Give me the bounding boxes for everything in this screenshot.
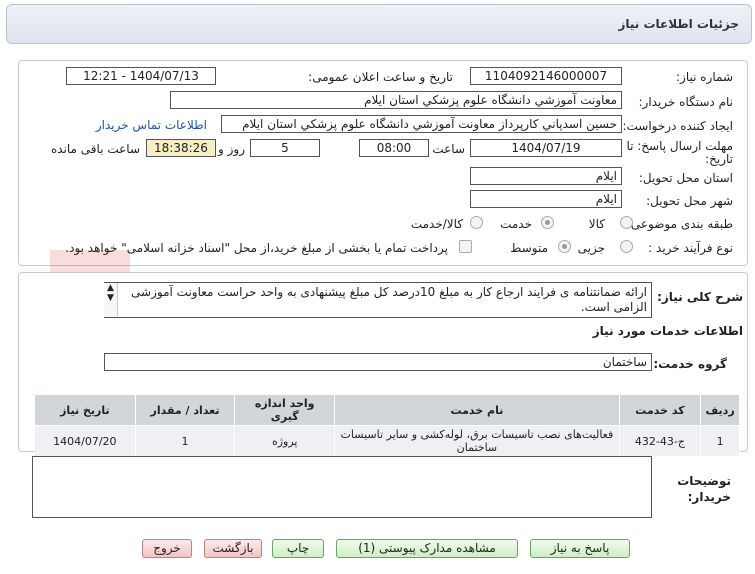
services-section-title: اطلاعات خدمات مورد نیاز [592, 324, 743, 338]
cell-row: 1 [700, 425, 740, 457]
description-text: ارائه ضمانتنامه ی فرایند ارجاع کار به مب… [131, 285, 647, 314]
buyer-notes-label: توضیحات [677, 474, 731, 488]
remaining-time-field: 18:38:26 [146, 139, 216, 157]
buyer-label: نام دستگاه خریدار: [638, 95, 734, 109]
buyer-notes-textarea[interactable] [32, 456, 652, 518]
table-row: 1 ج-43-432 فعالیت‌های نصب تاسیسات برق، ل… [34, 425, 740, 457]
service-group-field: ساختمان [104, 353, 652, 371]
category-service-label: خدمت [500, 217, 532, 231]
page-title: جزئیات اطلاعات نیاز [618, 17, 739, 31]
description-textarea: ارائه ضمانتنامه ی فرایند ارجاع کار به مب… [104, 282, 652, 318]
remaining-time-label: ساعت باقی مانده [50, 142, 140, 156]
city-label: شهر محل تحویل: [646, 194, 733, 208]
col-unit: واحد اندازه گیری [234, 394, 336, 426]
buyer-field: معاونت آموزشي دانشگاه علوم پزشكي استان ا… [170, 91, 622, 109]
process-medium-label: متوسط [510, 241, 548, 255]
deadline-date-label: تاریخ: [705, 152, 733, 166]
col-date: تاریخ نیاز [34, 394, 136, 426]
province-field: ايلام [470, 167, 622, 185]
cell-code: ج-43-432 [618, 425, 702, 457]
process-minor-radio[interactable] [620, 240, 633, 253]
city-field: ايلام [470, 190, 622, 208]
col-row: ردیف [700, 394, 740, 426]
category-goods-service-radio[interactable] [470, 216, 483, 229]
print-button[interactable]: چاپ [272, 539, 324, 558]
attachments-button[interactable]: مشاهده مدارک پیوستی (1) [336, 539, 518, 558]
process-label: نوع فرآیند خرید : [648, 241, 733, 255]
process-minor-label: جزیی [577, 241, 605, 255]
buyer-contact-link[interactable]: اطلاعات تماس خریدار [96, 118, 207, 132]
description-scrollbar[interactable]: ▲ ▼ [104, 283, 118, 317]
category-goods-label: کالا [588, 217, 605, 231]
buyer-notes-label-2: خریدار: [687, 490, 731, 504]
need-number-label: شماره نیاز: [676, 70, 733, 84]
cell-unit: پروژه [234, 425, 336, 457]
category-goods-radio[interactable] [620, 216, 633, 229]
exit-button[interactable]: خروج [142, 539, 192, 558]
service-group-label: گروه خدمت: [653, 357, 727, 371]
process-medium-radio[interactable] [558, 240, 571, 253]
province-label: استان محل تحویل: [638, 171, 733, 185]
category-label: طبقه بندی موضوعی: [626, 217, 733, 231]
deadline-time-field: 08:00 [359, 139, 429, 157]
back-button[interactable]: بازگشت [204, 539, 262, 558]
remaining-days-field: 5 [250, 139, 320, 157]
deadline-time-label: ساعت [432, 142, 465, 156]
col-name: نام خدمت [334, 394, 620, 426]
category-service-radio[interactable] [541, 216, 554, 229]
cell-date: 1404/07/20 [34, 425, 136, 457]
need-number-field: 1104092146000007 [470, 67, 622, 85]
creator-label: ایجاد کننده درخواست: [622, 119, 733, 133]
deadline-date-field: 1404/07/19 [470, 139, 622, 157]
cell-name: فعالیت‌های نصب تاسیسات برق، لوله‌کشی و س… [334, 425, 620, 457]
services-table: ردیف کد خدمت نام خدمت واحد اندازه گیری ت… [34, 394, 740, 457]
reply-button[interactable]: پاسخ به نیاز [530, 539, 630, 558]
col-code: کد خدمت [618, 394, 702, 426]
category-goods-service-label: کالا/خدمت [410, 217, 463, 231]
announce-label: تاریخ و ساعت اعلان عمومی: [308, 70, 453, 84]
page-header: جزئیات اطلاعات نیاز [6, 4, 752, 44]
announce-datetime-field: 1404/07/13 - 12:21 [66, 67, 216, 85]
treasury-payment-note: پرداخت تمام یا بخشی از مبلغ خرید،از محل … [65, 241, 448, 255]
table-header-row: ردیف کد خدمت نام خدمت واحد اندازه گیری ت… [34, 394, 740, 426]
cell-qty: 1 [134, 425, 236, 457]
col-qty: تعداد / مقدار [134, 394, 236, 426]
description-label: شرح کلی نیاز: [657, 290, 743, 304]
deadline-label: مهلت ارسال پاسخ: تا [626, 139, 733, 153]
treasury-payment-checkbox[interactable] [459, 240, 472, 253]
creator-field: حسين اسدپاني كارپرداز معاونت آموزشي دانش… [221, 115, 622, 133]
days-label: روز و [218, 142, 245, 156]
